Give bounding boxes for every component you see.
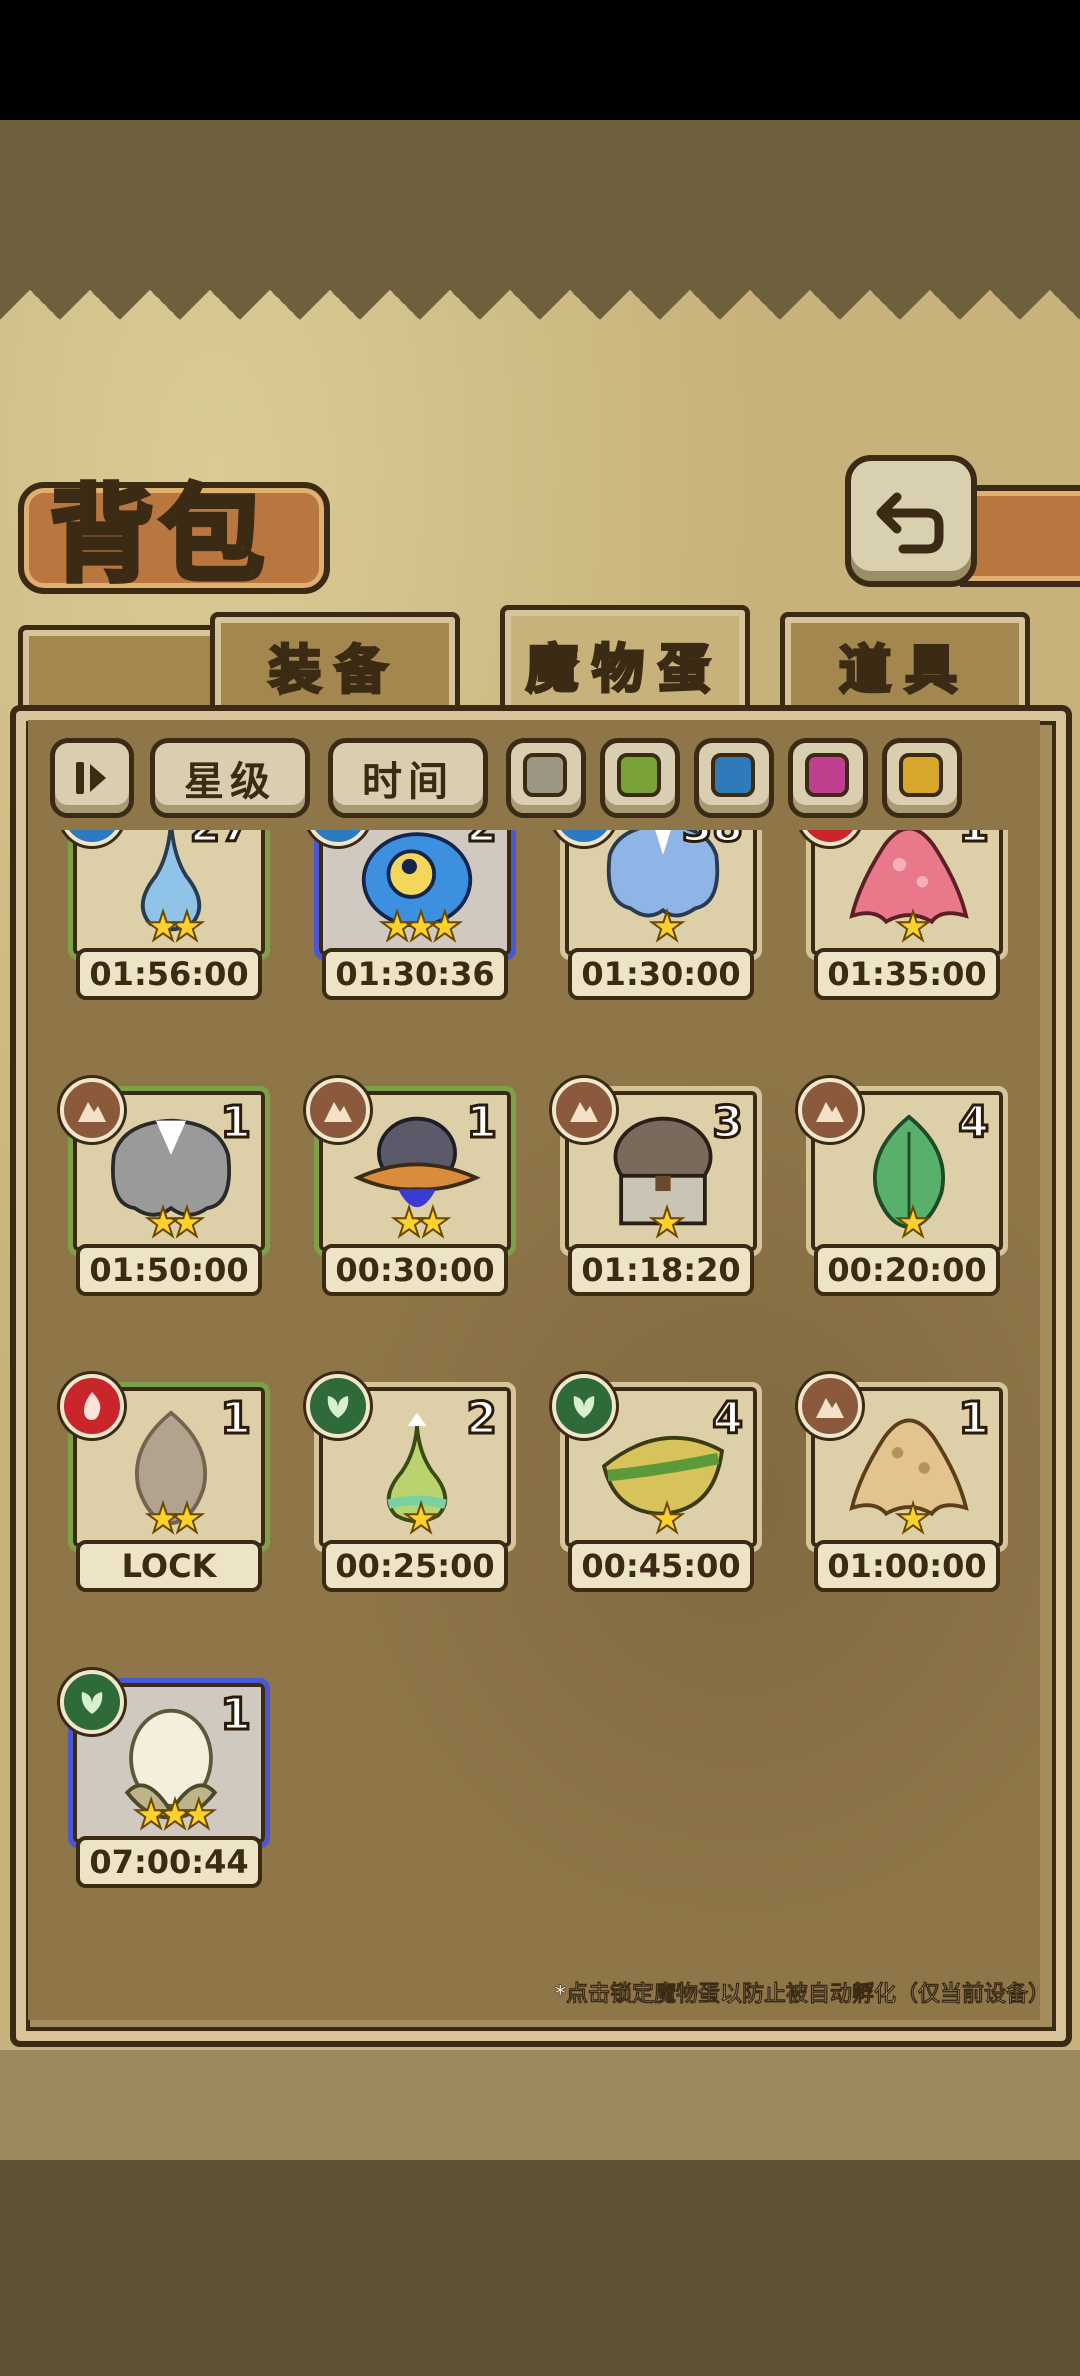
lock-label[interactable]: LOCK xyxy=(76,1540,262,1592)
egg-card[interactable]: ★ 4 00:20:00 xyxy=(798,1078,1010,1296)
egg-card-frame: ★1 xyxy=(806,830,1008,960)
star-rating: ★★ xyxy=(390,1200,452,1246)
tab-equipment[interactable]: 装备 xyxy=(210,612,460,713)
hatch-timer: 01:50:00 xyxy=(76,1244,262,1296)
star-rating: ★★ xyxy=(144,1496,206,1542)
hatch-timer: 01:30:00 xyxy=(568,948,754,1000)
egg-count: 1 xyxy=(957,1392,991,1446)
egg-count: 1 xyxy=(219,1096,253,1150)
egg-card[interactable]: ★ 4 00:45:00 xyxy=(552,1374,764,1592)
egg-count: 4 xyxy=(957,1096,991,1150)
egg-card[interactable]: ★★ 27 01:56:00 xyxy=(60,830,272,1000)
sort-by-time-label: 时间 xyxy=(362,759,454,805)
leaf-element-icon xyxy=(552,1374,616,1438)
bottom-map-band xyxy=(0,2160,1080,2376)
egg-card[interactable]: ★★★ 1 07:00:44 xyxy=(60,1670,272,1888)
egg-count: 3 xyxy=(711,1096,745,1150)
sort-toggle-icon xyxy=(76,762,106,794)
egg-count: 2 xyxy=(465,830,499,854)
filter-green[interactable] xyxy=(600,738,680,818)
tab-equipment-label: 装备 xyxy=(267,639,401,702)
star-rating: ★★ xyxy=(144,904,206,950)
hatch-timer: 01:30:36 xyxy=(322,948,508,1000)
filter-green-swatch xyxy=(617,753,661,797)
earth-element-icon xyxy=(306,1078,370,1142)
earth-element-icon xyxy=(552,1078,616,1142)
filter-pink-swatch xyxy=(805,753,849,797)
egg-card-frame: ★★★ 2 xyxy=(314,830,516,960)
hatch-timer: 00:30:00 xyxy=(322,1244,508,1296)
hatch-timer: 00:45:00 xyxy=(568,1540,754,1592)
hatch-timer: 01:00:00 xyxy=(814,1540,1000,1592)
filter-pink[interactable] xyxy=(788,738,868,818)
star-rating: ★ xyxy=(894,904,932,950)
egg-count: 1 xyxy=(957,830,991,854)
star-rating: ★★★ xyxy=(132,1792,218,1838)
egg-grid: ★★2701:56:00★★★201:30:36★3801:30:00★101:… xyxy=(40,830,1030,2010)
egg-count: 4 xyxy=(711,1392,745,1446)
egg-card[interactable]: ★101:35:00 xyxy=(798,830,1010,1000)
sort-by-time-button[interactable]: 时间 xyxy=(328,738,488,818)
filter-gold[interactable] xyxy=(882,738,962,818)
leaf-element-icon xyxy=(306,1374,370,1438)
egg-card[interactable]: ★★ 1 LOCK xyxy=(60,1374,272,1592)
egg-card[interactable]: ★★★ 2 01:30:36 xyxy=(306,830,518,1000)
egg-card[interactable]: ★ 3 01:18:20 xyxy=(552,1078,764,1296)
status-bar xyxy=(0,0,1080,120)
egg-count: 2 xyxy=(465,1392,499,1446)
star-rating: ★ xyxy=(648,1200,686,1246)
hatch-timer: 00:20:00 xyxy=(814,1244,1000,1296)
star-rating: ★ xyxy=(894,1496,932,1542)
filter-blue[interactable] xyxy=(694,738,774,818)
egg-card-frame: ★★ 27 xyxy=(68,830,270,960)
top-map-band xyxy=(0,120,1080,290)
earth-element-icon xyxy=(60,1078,124,1142)
hatch-timer: 01:56:00 xyxy=(76,948,262,1000)
egg-card[interactable]: ★★ 1 00:30:00 xyxy=(306,1078,518,1296)
tab-items-label: 道具 xyxy=(837,639,971,702)
egg-card[interactable]: ★ 1 01:00:00 xyxy=(798,1374,1010,1592)
sort-by-star-label: 星级 xyxy=(184,759,276,805)
egg-count: 27 xyxy=(188,830,252,854)
egg-card[interactable]: ★ 2 00:25:00 xyxy=(306,1374,518,1592)
earth-element-icon xyxy=(798,1078,862,1142)
filter-blue-swatch xyxy=(711,753,755,797)
sort-by-star-button[interactable]: 星级 xyxy=(150,738,310,818)
star-rating: ★ xyxy=(402,1496,440,1542)
egg-card[interactable]: ★★ 1 01:50:00 xyxy=(60,1078,272,1296)
star-rating: ★★ xyxy=(144,1200,206,1246)
filter-gray-swatch xyxy=(523,753,567,797)
egg-card-frame: ★ 38 xyxy=(560,830,762,960)
egg-count: 38 xyxy=(680,830,744,854)
egg-count: 1 xyxy=(465,1096,499,1150)
back-arrow-icon xyxy=(876,492,944,554)
hatch-timer: 01:35:00 xyxy=(814,948,1000,1000)
earth-element-icon xyxy=(798,1374,862,1438)
egg-card[interactable]: ★ 38 01:30:00 xyxy=(552,830,764,1000)
hatch-timer: 07:00:44 xyxy=(76,1836,262,1888)
hatch-timer: 00:25:00 xyxy=(322,1540,508,1592)
footnote: *点击锁定魔物蛋以防止被自动孵化（仅当前设备） xyxy=(554,1982,1050,2008)
back-button[interactable] xyxy=(845,455,977,587)
star-rating: ★ xyxy=(894,1200,932,1246)
star-rating: ★ xyxy=(648,904,686,950)
star-rating: ★★★ xyxy=(378,904,464,950)
egg-count: 1 xyxy=(219,1688,253,1742)
egg-count: 1 xyxy=(219,1392,253,1446)
hatch-timer: 01:18:20 xyxy=(568,1244,754,1296)
filter-gray[interactable] xyxy=(506,738,586,818)
torn-edge-top xyxy=(0,290,1080,350)
leaf-element-icon xyxy=(60,1670,124,1734)
tab-monster-eggs[interactable]: 魔物蛋 xyxy=(500,605,750,718)
sort-toggle-button[interactable] xyxy=(50,738,134,818)
star-rating: ★ xyxy=(648,1496,686,1542)
fire-element-icon xyxy=(60,1374,124,1438)
tab-monster-eggs-label: 魔物蛋 xyxy=(524,638,724,701)
page-title: 背包 xyxy=(47,471,271,599)
back-rail xyxy=(960,485,1080,587)
tab-spacer xyxy=(18,625,228,715)
filter-gold-swatch xyxy=(899,753,943,797)
tab-items[interactable]: 道具 xyxy=(780,612,1030,713)
